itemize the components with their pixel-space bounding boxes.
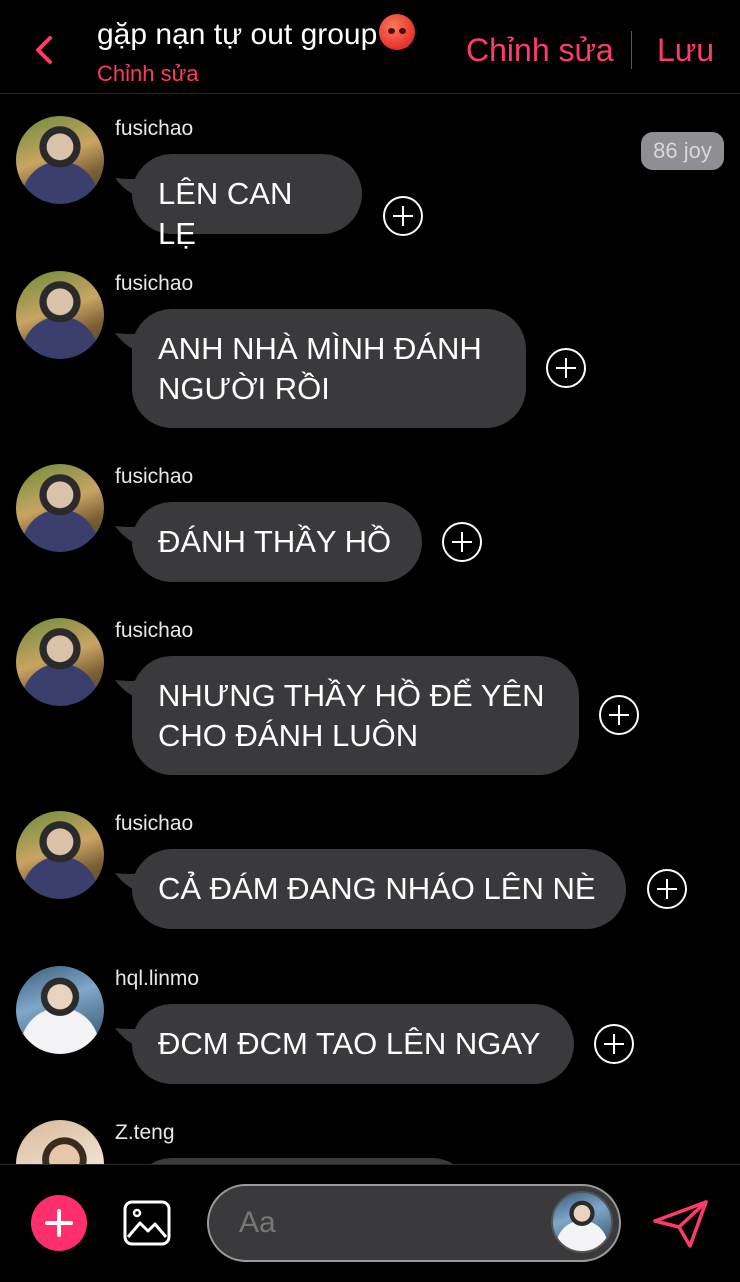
- add-reaction-icon[interactable]: [594, 1024, 634, 1064]
- avatar[interactable]: [16, 116, 104, 204]
- chat-header: gặp nạn tự out group Chỉnh sửa Chỉnh sửa…: [0, 0, 740, 94]
- message-bubble[interactable]: ĐCM ĐCM TAO LÊN NGAY: [132, 1004, 574, 1084]
- username: fusichao: [115, 812, 194, 835]
- chat-subtitle[interactable]: Chỉnh sửa: [97, 61, 199, 87]
- message-bubble[interactable]: ANH NHÀ MÌNH ĐÁNH NGƯỜI RỒI: [132, 309, 526, 428]
- add-reaction-icon[interactable]: [383, 196, 423, 236]
- message-list[interactable]: fusichao LÊN CAN LẸ 86 joy fusichao ANH …: [0, 94, 740, 1164]
- username: fusichao: [115, 619, 194, 642]
- send-icon[interactable]: [652, 1199, 710, 1249]
- input-avatar[interactable]: [551, 1191, 613, 1253]
- message-bubble[interactable]: NHƯNG THẦY HỒ ĐỂ YÊN CHO ĐÁNH LUÔN: [132, 656, 579, 775]
- message-input[interactable]: Aa: [207, 1184, 621, 1262]
- message-text-line: NGƯỜI RỒI: [158, 371, 330, 406]
- save-button[interactable]: Lưu: [657, 32, 714, 69]
- message-bubble[interactable]: CẢ ĐÁM ĐANG NHÁO LÊN NÈ: [132, 849, 626, 929]
- edit-button[interactable]: Chỉnh sửa: [466, 32, 614, 69]
- chat-title-text: gặp nạn tự out group: [97, 18, 378, 51]
- message-input-placeholder: Aa: [239, 1206, 276, 1239]
- add-reaction-icon[interactable]: [647, 869, 687, 909]
- message-bubble[interactable]: ĐÁNH THẦY HỒ: [132, 502, 422, 582]
- message-text-line: ANH NHÀ MÌNH ĐÁNH: [158, 331, 482, 366]
- message-text: ĐCM ĐCM TAO LÊN NGAY: [158, 1026, 541, 1061]
- chat-title: gặp nạn tự out group: [97, 14, 416, 52]
- message-text: CẢ ĐÁM ĐANG NHÁO LÊN NÈ: [158, 871, 596, 906]
- username: fusichao: [115, 272, 194, 295]
- avatar[interactable]: [16, 271, 104, 359]
- username: fusichao: [115, 465, 194, 488]
- username: hql.linmo: [115, 967, 200, 990]
- plus-icon[interactable]: [31, 1195, 87, 1251]
- message-text: ĐÁNH THẦY HỒ: [158, 524, 392, 559]
- angry-face-icon: [379, 14, 416, 50]
- add-reaction-icon[interactable]: [546, 348, 586, 388]
- username: Z.teng: [115, 1121, 175, 1144]
- joy-badge: 86 joy: [641, 132, 724, 170]
- message-text-line: CHO ĐÁNH LUÔN: [158, 718, 419, 753]
- message-text: LÊN CAN LẸ: [158, 176, 293, 251]
- avatar[interactable]: [16, 618, 104, 706]
- message-bubble[interactable]: LÊN CAN LẸ: [132, 154, 362, 251]
- avatar[interactable]: [16, 464, 104, 552]
- avatar[interactable]: [16, 1120, 104, 1164]
- message-text-line: NHƯNG THẦY HỒ ĐỂ YÊN: [158, 678, 545, 713]
- image-icon[interactable]: [122, 1199, 172, 1247]
- composer-bar: Aa: [0, 1164, 740, 1282]
- add-reaction-icon[interactable]: [599, 695, 639, 735]
- avatar[interactable]: [16, 811, 104, 899]
- header-divider: [631, 31, 632, 69]
- back-chevron-icon[interactable]: [26, 30, 62, 70]
- avatar[interactable]: [16, 966, 104, 1054]
- add-reaction-icon[interactable]: [442, 522, 482, 562]
- username: fusichao: [115, 117, 194, 140]
